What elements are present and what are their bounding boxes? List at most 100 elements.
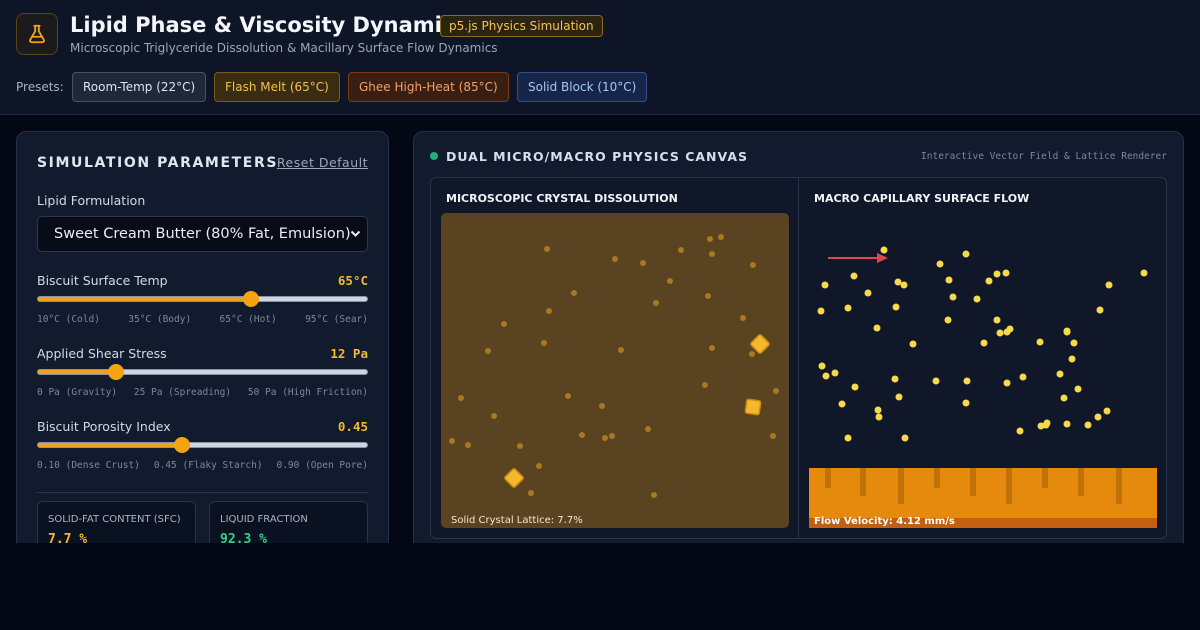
lattice-particle xyxy=(449,438,455,444)
lipid-droplet xyxy=(1096,306,1104,314)
slider-fill xyxy=(38,297,251,301)
lipid-droplet xyxy=(1094,413,1102,421)
preset-flash-melt-button[interactable]: Flash Melt (65°C) xyxy=(214,72,340,102)
preset-solid-block-button[interactable]: Solid Block (10°C) xyxy=(517,72,647,102)
macro-flow-view[interactable]: Flow Velocity: 4.12 mm/s xyxy=(808,213,1158,528)
lattice-particle xyxy=(546,308,552,314)
slider-value: 65°C xyxy=(337,273,368,288)
lipid-droplet xyxy=(980,339,988,347)
lattice-particle xyxy=(565,393,571,399)
lattice-particle xyxy=(541,340,547,346)
lattice-particle xyxy=(571,290,577,296)
lipid-droplet xyxy=(1006,325,1014,333)
lattice-particle xyxy=(612,256,618,262)
macro-pane-title: MACRO CAPILLARY SURFACE FLOW xyxy=(814,192,1030,205)
lipid-formulation-select[interactable]: Sweet Cream Butter (80% Fat, Emulsion) xyxy=(37,216,368,252)
slider-ticks: 10°C (Cold) 35°C (Body) 65°C (Hot) 95°C … xyxy=(37,314,368,325)
lipid-droplet xyxy=(993,270,1001,278)
preset-room-temp-button[interactable]: Room-Temp (22°C) xyxy=(72,72,206,102)
lattice-particle xyxy=(750,262,756,268)
lipid-droplet xyxy=(1060,394,1068,402)
micro-crystal-view[interactable]: Solid Crystal Lattice: 7.7% xyxy=(441,213,789,528)
lattice-particle xyxy=(602,435,608,441)
lipid-droplet xyxy=(850,272,858,280)
porosity-index-slider[interactable]: Biscuit Porosity Index 0.45 0.10 (Dense … xyxy=(37,419,368,479)
lattice-particle xyxy=(651,492,657,498)
lattice-particle xyxy=(740,315,746,321)
lattice-particle xyxy=(707,236,713,242)
formulation-value: Sweet Cream Butter (80% Fat, Emulsion) xyxy=(54,226,351,242)
biscuit-pore xyxy=(1078,468,1084,496)
crystal-block xyxy=(744,398,762,416)
slider-value: 12 Pa xyxy=(330,346,368,361)
lipid-droplet xyxy=(936,260,944,268)
lattice-particle xyxy=(667,278,673,284)
slider-track[interactable] xyxy=(37,369,368,375)
lattice-particle xyxy=(705,293,711,299)
lipid-droplet xyxy=(993,316,1001,324)
shear-stress-slider[interactable]: Applied Shear Stress 12 Pa 0 Pa (Gravity… xyxy=(37,346,368,406)
framework-badge: p5.js Physics Simulation xyxy=(440,15,603,37)
lipid-droplet xyxy=(1063,420,1071,428)
micro-pane-title: MICROSCOPIC CRYSTAL DISSOLUTION xyxy=(446,192,678,205)
lipid-droplet xyxy=(962,399,970,407)
lipid-droplet xyxy=(1036,338,1044,346)
lattice-particle xyxy=(702,382,708,388)
lattice-particle xyxy=(599,403,605,409)
lipid-droplet xyxy=(1002,269,1010,277)
lipid-droplet xyxy=(1068,355,1076,363)
slider-ticks: 0.10 (Dense Crust) 0.45 (Flaky Starch) 0… xyxy=(37,460,368,471)
lattice-particle xyxy=(749,351,755,357)
slider-fill xyxy=(38,370,117,374)
slider-handle[interactable] xyxy=(173,437,190,453)
tick-label: 0.10 (Dense Crust) xyxy=(37,460,140,471)
lipid-droplet xyxy=(1105,281,1113,289)
lipid-droplet xyxy=(864,289,872,297)
lipid-droplet xyxy=(973,295,981,303)
lattice-particle xyxy=(645,426,651,432)
lipid-droplet xyxy=(932,377,940,385)
lipid-droplet xyxy=(838,400,846,408)
simulation-canvas[interactable]: MICROSCOPIC CRYSTAL DISSOLUTION MACRO CA… xyxy=(430,177,1167,539)
lipid-droplet xyxy=(844,434,852,442)
simulation-parameters-panel: SIMULATION PARAMETERS Reset Default Lipi… xyxy=(16,131,389,561)
macro-caption: Flow Velocity: 4.12 mm/s xyxy=(814,516,955,527)
canvas-title: DUAL MICRO/MACRO PHYSICS CANVAS xyxy=(446,149,749,164)
lipid-droplet xyxy=(880,246,888,254)
preset-ghee-high-heat-button[interactable]: Ghee High-Heat (85°C) xyxy=(348,72,509,102)
physics-canvas-panel: DUAL MICRO/MACRO PHYSICS CANVAS Interact… xyxy=(413,131,1184,561)
slider-label: Biscuit Surface Temp xyxy=(37,273,168,288)
lattice-particle xyxy=(544,246,550,252)
page-title: Lipid Phase & Viscosity Dynamics xyxy=(70,13,467,37)
slider-track[interactable] xyxy=(37,296,368,302)
slider-handle[interactable] xyxy=(108,364,125,380)
surface-temp-slider[interactable]: Biscuit Surface Temp 65°C 10°C (Cold) 35… xyxy=(37,273,368,333)
lipid-droplet xyxy=(895,393,903,401)
canvas-subtitle: Interactive Vector Field & Lattice Rende… xyxy=(921,151,1167,162)
lipid-droplet xyxy=(1037,422,1045,430)
biscuit-pore xyxy=(970,468,976,496)
biscuit-pore xyxy=(898,468,904,504)
biscuit-pore xyxy=(1006,468,1012,504)
lipid-droplet xyxy=(962,250,970,258)
lipid-droplet xyxy=(892,303,900,311)
lipid-droplet xyxy=(963,377,971,385)
lattice-particle xyxy=(517,443,523,449)
lipid-droplet xyxy=(949,293,957,301)
lipid-droplet xyxy=(1016,427,1024,435)
presets-label: Presets: xyxy=(16,80,64,94)
lipid-droplet xyxy=(821,281,829,289)
reset-default-link[interactable]: Reset Default xyxy=(277,155,368,170)
flask-icon xyxy=(16,13,58,55)
micro-caption: Solid Crystal Lattice: 7.7% xyxy=(451,515,583,526)
lipid-droplet xyxy=(822,372,830,380)
tick-label: 25 Pa (Spreading) xyxy=(133,387,232,398)
slider-handle[interactable] xyxy=(243,291,260,307)
lipid-droplet xyxy=(985,277,993,285)
lipid-droplet xyxy=(817,307,825,315)
lipid-droplet xyxy=(1140,269,1148,277)
slider-label: Biscuit Porosity Index xyxy=(37,419,171,434)
lipid-droplet xyxy=(831,369,839,377)
slider-track[interactable] xyxy=(37,442,368,448)
lipid-droplet xyxy=(873,324,881,332)
